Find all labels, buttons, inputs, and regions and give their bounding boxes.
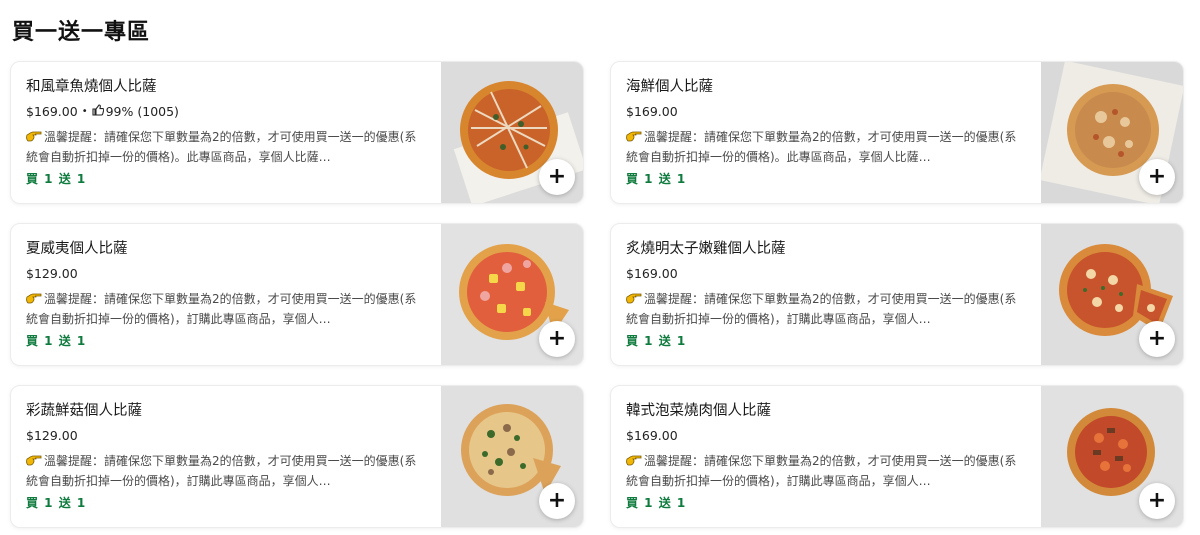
product-info: 炙燒明太子嫩雞個人比薩 $169.00 溫馨提醒：請確保您下單數量為2的倍數，才… [626,238,1026,350]
product-rating: 99% (1005) [105,104,179,119]
product-name: 夏威夷個人比薩 [26,241,128,257]
product-description: 溫馨提醒：請確保您下單數量為2的倍數，才可使用買一送一的優惠(系統會自動折扣掉一… [626,289,1026,329]
product-description: 溫馨提醒：請確保您下單數量為2的倍數，才可使用買一送一的優惠(系統會自動折扣掉一… [626,451,1026,491]
promo-label: 買 1 送 1 [626,172,687,186]
product-description-text: 溫馨提醒：請確保您下單數量為2的倍數，才可使用買一送一的優惠(系統會自動折扣掉一… [26,130,417,164]
promo-label: 買 1 送 1 [26,496,87,510]
section-title: 買一送一專區 [12,20,151,45]
add-to-cart-button[interactable]: + [539,321,575,357]
product-name: 海鮮個人比薩 [626,79,713,95]
separator-dot: • [81,106,88,117]
product-image: + [441,224,583,365]
product-price: $169.00 [626,266,678,281]
product-image: + [1041,62,1183,203]
price-row: $169.00 [626,264,1026,284]
product-description-text: 溫馨提醒：請確保您下單數量為2的倍數，才可使用買一送一的優惠(系統會自動折扣掉一… [626,454,1017,488]
product-card[interactable]: 炙燒明太子嫩雞個人比薩 $169.00 溫馨提醒：請確保您下單數量為2的倍數，才… [610,223,1184,366]
pointing-hand-icon [26,128,42,142]
product-description: 溫馨提醒：請確保您下單數量為2的倍數，才可使用買一送一的優惠(系統會自動折扣掉一… [626,127,1026,167]
product-card[interactable]: 海鮮個人比薩 $169.00 溫馨提醒：請確保您下單數量為2的倍數，才可使用買一… [610,61,1184,204]
pointing-hand-icon [626,128,642,142]
product-info: 海鮮個人比薩 $169.00 溫馨提醒：請確保您下單數量為2的倍數，才可使用買一… [626,76,1026,188]
product-description: 溫馨提醒：請確保您下單數量為2的倍數，才可使用買一送一的優惠(系統會自動折扣掉一… [26,127,426,167]
product-card[interactable]: 韓式泡菜燒肉個人比薩 $169.00 溫馨提醒：請確保您下單數量為2的倍數，才可… [610,385,1184,528]
product-price: $129.00 [26,428,78,443]
add-to-cart-button[interactable]: + [539,483,575,519]
product-price: $169.00 [626,104,678,119]
product-info: 和風章魚燒個人比薩 $169.00 • 99% (1005) 溫馨提醒：請確保您… [26,76,426,188]
price-row: $129.00 [26,426,426,446]
price-row: $169.00 • 99% (1005) [26,102,426,122]
product-name: 炙燒明太子嫩雞個人比薩 [626,241,786,257]
product-info: 夏威夷個人比薩 $129.00 溫馨提醒：請確保您下單數量為2的倍數，才可使用買… [26,238,426,350]
product-image: + [441,386,583,527]
product-name: 和風章魚燒個人比薩 [26,79,157,95]
product-image: + [1041,224,1183,365]
promo-label: 買 1 送 1 [26,172,87,186]
price-row: $169.00 [626,102,1026,122]
product-card[interactable]: 和風章魚燒個人比薩 $169.00 • 99% (1005) 溫馨提醒：請確保您… [10,61,584,204]
product-grid: 和風章魚燒個人比薩 $169.00 • 99% (1005) 溫馨提醒：請確保您… [10,61,1184,531]
pointing-hand-icon [626,290,642,304]
add-to-cart-button[interactable]: + [1139,483,1175,519]
product-description-text: 溫馨提醒：請確保您下單數量為2的倍數，才可使用買一送一的優惠(系統會自動折扣掉一… [26,454,417,488]
product-price: $169.00 [26,104,78,119]
price-row: $129.00 [26,264,426,284]
product-description: 溫馨提醒：請確保您下單數量為2的倍數，才可使用買一送一的優惠(系統會自動折扣掉一… [26,289,426,329]
add-to-cart-button[interactable]: + [539,159,575,195]
pointing-hand-icon [626,452,642,466]
promo-label: 買 1 送 1 [626,334,687,348]
product-description-text: 溫馨提醒：請確保您下單數量為2的倍數，才可使用買一送一的優惠(系統會自動折扣掉一… [626,292,1017,326]
product-name: 韓式泡菜燒肉個人比薩 [626,403,771,419]
product-image: + [1041,386,1183,527]
product-description-text: 溫馨提醒：請確保您下單數量為2的倍數，才可使用買一送一的優惠(系統會自動折扣掉一… [26,292,417,326]
pointing-hand-icon [26,452,42,466]
pointing-hand-icon [26,290,42,304]
product-card[interactable]: 彩蔬鮮菇個人比薩 $129.00 溫馨提醒：請確保您下單數量為2的倍數，才可使用… [10,385,584,528]
product-description-text: 溫馨提醒：請確保您下單數量為2的倍數，才可使用買一送一的優惠(系統會自動折扣掉一… [626,130,1017,164]
product-description: 溫馨提醒：請確保您下單數量為2的倍數，才可使用買一送一的優惠(系統會自動折扣掉一… [26,451,426,491]
promo-label: 買 1 送 1 [626,496,687,510]
product-info: 彩蔬鮮菇個人比薩 $129.00 溫馨提醒：請確保您下單數量為2的倍數，才可使用… [26,400,426,512]
product-name: 彩蔬鮮菇個人比薩 [26,403,142,419]
product-price: $169.00 [626,428,678,443]
product-image: + [441,62,583,203]
add-to-cart-button[interactable]: + [1139,321,1175,357]
add-to-cart-button[interactable]: + [1139,159,1175,195]
product-card[interactable]: 夏威夷個人比薩 $129.00 溫馨提醒：請確保您下單數量為2的倍數，才可使用買… [10,223,584,366]
thumbs-up-icon [92,102,104,122]
product-info: 韓式泡菜燒肉個人比薩 $169.00 溫馨提醒：請確保您下單數量為2的倍數，才可… [626,400,1026,512]
product-price: $129.00 [26,266,78,281]
price-row: $169.00 [626,426,1026,446]
promo-label: 買 1 送 1 [26,334,87,348]
